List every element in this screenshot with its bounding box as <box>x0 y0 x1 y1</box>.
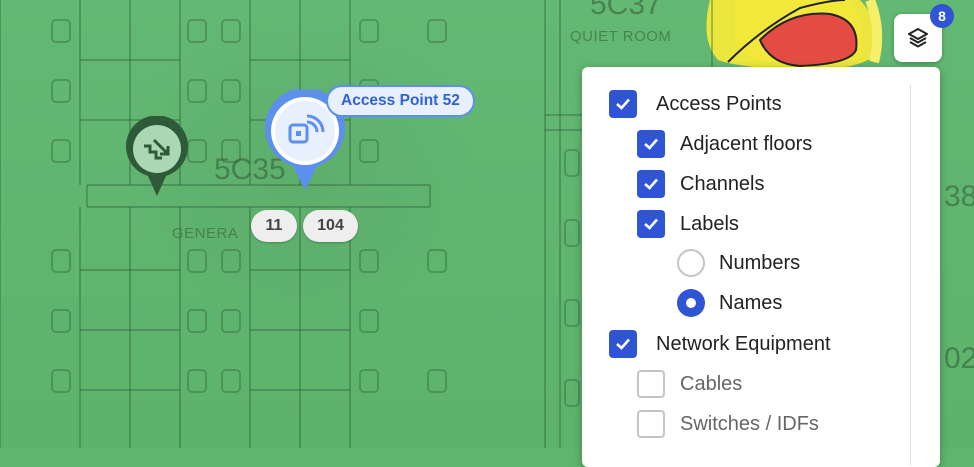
option-label: Switches / IDFs <box>680 412 819 435</box>
room-name: QUIET ROOM <box>570 28 672 45</box>
option-label: Access Points <box>656 92 782 115</box>
option-label: Channels <box>680 172 765 195</box>
scrollbar[interactable] <box>910 85 911 465</box>
option-cables[interactable]: Cables <box>637 369 742 399</box>
option-access-points[interactable]: Access Points <box>609 89 782 119</box>
radio-selected[interactable] <box>677 289 705 317</box>
option-switches-idfs[interactable]: Switches / IDFs <box>637 409 819 439</box>
layers-icon <box>908 28 928 48</box>
checkbox-checked[interactable] <box>637 170 665 198</box>
option-names[interactable]: Names <box>677 288 782 318</box>
radio-unselected[interactable] <box>677 249 705 277</box>
room-number: 5C37 <box>590 0 662 21</box>
checkbox-unchecked[interactable] <box>637 410 665 438</box>
checkbox-checked[interactable] <box>609 90 637 118</box>
room-name: GENERA <box>172 225 239 242</box>
channel-chip: 11 <box>251 210 297 242</box>
option-labels[interactable]: Labels <box>637 209 739 239</box>
room-number: 38 <box>944 180 974 213</box>
room-number: 02 <box>944 342 974 375</box>
checkbox-checked[interactable] <box>609 330 637 358</box>
option-label: Numbers <box>719 251 801 274</box>
option-label: Names <box>719 291 783 314</box>
option-channels[interactable]: Channels <box>637 169 765 199</box>
layers-panel: Access Points Adjacent floors Channels L… <box>582 67 940 467</box>
access-point-label[interactable]: Access Point 52 <box>326 85 475 117</box>
option-network-equipment[interactable]: Network Equipment <box>609 329 831 359</box>
channel-chip: 104 <box>303 210 358 242</box>
option-label: Network Equipment <box>656 332 831 355</box>
option-numbers[interactable]: Numbers <box>677 248 800 278</box>
checkbox-checked[interactable] <box>637 130 665 158</box>
option-label: Adjacent floors <box>680 132 813 155</box>
checkbox-checked[interactable] <box>637 210 665 238</box>
option-label: Labels <box>680 212 739 235</box>
option-label: Cables <box>680 372 743 395</box>
stairs-marker[interactable] <box>124 116 190 198</box>
option-adjacent-floors[interactable]: Adjacent floors <box>637 129 812 159</box>
checkbox-unchecked[interactable] <box>637 370 665 398</box>
layers-count-badge: 8 <box>930 4 954 28</box>
stairs-icon <box>126 116 188 196</box>
